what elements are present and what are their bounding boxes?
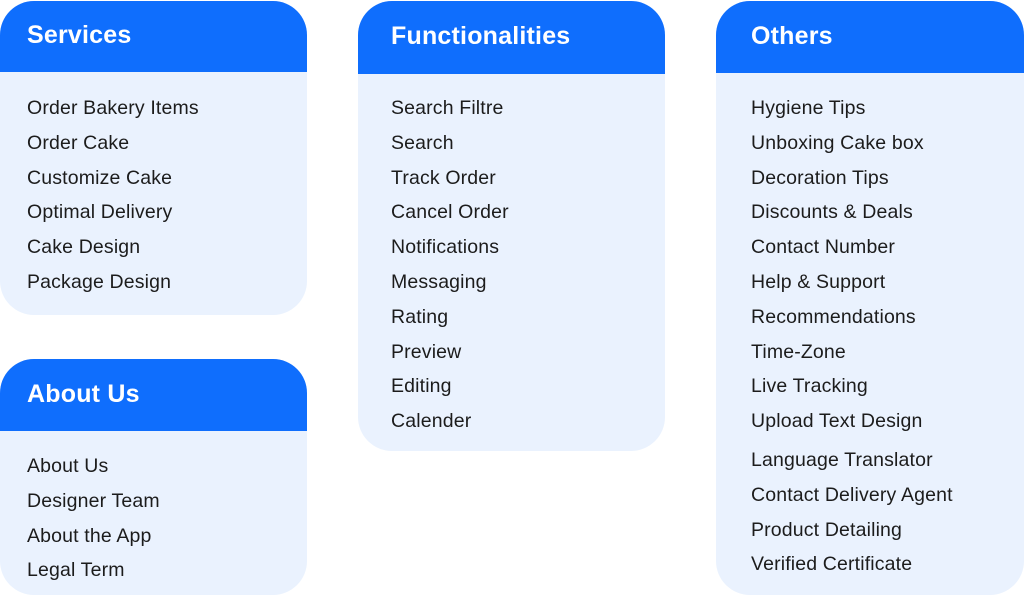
others-card: Others Hygiene Tips Unboxing Cake box De… — [716, 1, 1024, 595]
functionalities-item: Track Order — [391, 166, 496, 189]
others-item: Upload Text Design — [751, 410, 923, 433]
functionalities-item: Cancel Order — [391, 201, 509, 224]
functionalities-item: Calender — [391, 410, 472, 433]
others-item: Discounts & Deals — [751, 201, 913, 224]
services-item: Order Cake — [27, 131, 130, 154]
about-us-item: About the App — [27, 524, 152, 547]
others-item: Time-Zone — [751, 340, 846, 363]
about-us-item: Designer Team — [27, 489, 160, 512]
services-item: Customize Cake — [27, 166, 173, 189]
services-item: Cake Design — [27, 236, 141, 259]
about-us-title: About Us — [27, 379, 140, 408]
about-us-card: About Us About Us Designer Team About th… — [0, 359, 307, 595]
functionalities-item: Rating — [391, 305, 449, 328]
functionalities-item: Search — [391, 131, 454, 154]
functionalities-list: Search Filtre Search Track Order Cancel … — [358, 74, 665, 442]
others-item: Product Detailing — [751, 518, 903, 541]
others-item: Unboxing Cake box — [751, 131, 924, 154]
services-title: Services — [27, 21, 132, 49]
about-us-header: About Us — [0, 359, 307, 431]
functionalities-item: Preview — [391, 340, 462, 363]
others-item: Hygiene Tips — [751, 97, 866, 119]
others-item: Live Tracking — [751, 375, 868, 398]
services-item: Optimal Delivery — [27, 201, 173, 224]
about-us-list: About Us Designer Team About the App Leg… — [0, 431, 307, 591]
services-header: Services — [0, 1, 307, 72]
others-list: Hygiene Tips Unboxing Cake box Decoratio… — [716, 73, 1024, 585]
about-us-item: About Us — [27, 455, 109, 477]
services-list: Order Bakery Items Order Cake Customize … — [0, 72, 307, 303]
others-item: Decoration Tips — [751, 166, 889, 189]
functionalities-header: Functionalities — [358, 1, 665, 74]
others-item: Language Translator — [751, 448, 933, 471]
functionalities-item: Messaging — [391, 270, 487, 293]
functionalities-title: Functionalities — [391, 22, 571, 50]
others-item: Contact Delivery Agent — [751, 483, 953, 506]
others-item: Recommendations — [751, 305, 916, 328]
functionalities-item: Editing — [391, 375, 452, 398]
functionalities-item: Notifications — [391, 236, 500, 259]
others-title: Others — [751, 21, 833, 50]
others-item: Verified Certificate — [751, 553, 913, 576]
services-card: Services Order Bakery Items Order Cake C… — [0, 1, 307, 315]
services-item: Package Design — [27, 270, 172, 293]
others-item: Contact Number — [751, 236, 896, 259]
functionalities-item: Search Filtre — [391, 97, 504, 119]
others-header: Others — [716, 1, 1024, 73]
functionalities-card: Functionalities Search Filtre Search Tra… — [358, 1, 665, 451]
services-item: Order Bakery Items — [27, 97, 199, 119]
others-item: Help & Support — [751, 270, 886, 293]
about-us-item: Legal Term — [27, 559, 125, 582]
